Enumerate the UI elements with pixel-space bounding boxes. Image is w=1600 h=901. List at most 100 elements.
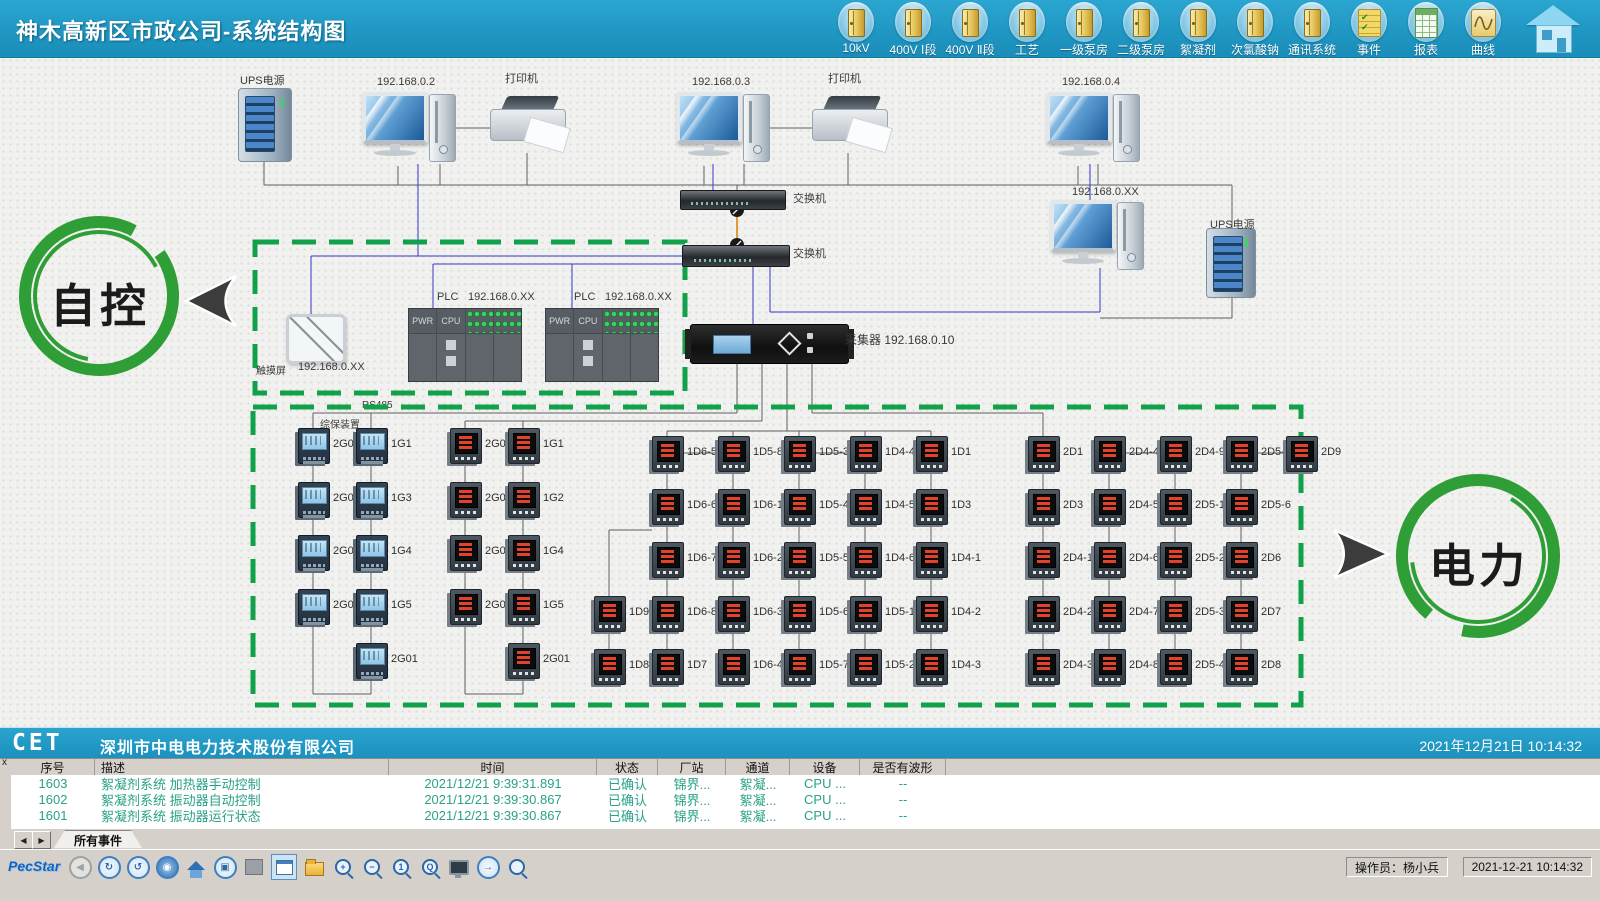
meter-1D5-5[interactable]: 1D5-5 <box>784 542 816 578</box>
copy-icon[interactable]: ▣ <box>213 855 237 879</box>
monitor-icon[interactable] <box>447 855 471 879</box>
zoom-out-icon[interactable]: − <box>360 855 384 879</box>
meter-2G04[interactable]: 2G04 <box>298 535 330 571</box>
meter-2D5-4[interactable]: 2D5-4 <box>1160 649 1192 685</box>
meter-1D8[interactable]: 1D8 <box>594 649 626 685</box>
plc-2[interactable]: PWR CPU <box>545 308 659 382</box>
meter-1D4-4[interactable]: 1D4-4 <box>850 436 882 472</box>
meter-2D1[interactable]: 2D1 <box>1028 436 1060 472</box>
meter-1D7[interactable]: 1D7 <box>652 649 684 685</box>
meter-2D5-3[interactable]: 2D5-3 <box>1160 596 1192 632</box>
meter-1D6-6[interactable]: 1D6-6 <box>652 489 684 525</box>
meter-1D3[interactable]: 1D3 <box>916 489 948 525</box>
meter-1G2[interactable]: 1G2 <box>508 482 540 518</box>
meter-2G06[interactable]: 2G06 <box>298 428 330 464</box>
meter-1G1[interactable]: 1G1 <box>356 428 388 464</box>
meter-1D6-7[interactable]: 1D6-7 <box>652 542 684 578</box>
meter-2D7[interactable]: 2D7 <box>1226 596 1258 632</box>
meter-2D4-8[interactable]: 2D4-8 <box>1094 649 1126 685</box>
switch-1[interactable] <box>680 190 786 210</box>
plc-1[interactable]: PWR CPU <box>408 308 522 382</box>
meter-2G01[interactable]: 2G01 <box>356 643 388 679</box>
switch-2[interactable] <box>682 245 790 267</box>
meter-1G5[interactable]: 1G5 <box>508 589 540 625</box>
window-icon[interactable] <box>271 854 297 880</box>
nav-item-报表[interactable]: 报表 <box>1401 2 1451 58</box>
meter-2D4-2[interactable]: 2D4-2 <box>1028 596 1060 632</box>
redo-icon[interactable]: ↻ <box>97 855 121 879</box>
meter-1D6-3[interactable]: 1D6-3 <box>718 596 750 632</box>
column-header-序号[interactable]: 序号 <box>11 759 95 775</box>
pecstar-logo[interactable]: PecStar <box>8 858 60 874</box>
column-header-状态[interactable]: 状态 <box>597 759 658 775</box>
meter-2D5-1[interactable]: 2D5-1 <box>1160 489 1192 525</box>
close-icon[interactable]: x <box>2 758 7 768</box>
meter-2D9[interactable]: 2D9 <box>1286 436 1318 472</box>
ups-server-2[interactable] <box>1206 228 1256 298</box>
meter-1D9[interactable]: 1D9 <box>594 596 626 632</box>
meter-1G5[interactable]: 1G5 <box>356 589 388 625</box>
meter-1D1[interactable]: 1D1 <box>916 436 948 472</box>
meter-2D5-6[interactable]: 2D5-6 <box>1226 489 1258 525</box>
meter-1D6-5[interactable]: 1D6-5 <box>652 436 684 472</box>
meter-2D5-5[interactable]: 2D5-5 <box>1226 436 1258 472</box>
event-row-1602[interactable]: 1602絮凝剂系统 振动器自动控制2021/12/21 9:39:30.867已… <box>11 791 1600 807</box>
meter-1D5-8[interactable]: 1D5-8 <box>718 436 750 472</box>
column-header-设备[interactable]: 设备 <box>790 759 860 775</box>
screen-icon[interactable] <box>242 855 266 879</box>
event-row-1603[interactable]: 1603絮凝剂系统 加热器手动控制2021/12/21 9:39:31.891已… <box>11 775 1600 791</box>
meter-2G03[interactable]: 2G03 <box>298 589 330 625</box>
meter-1D5-2[interactable]: 1D5-2 <box>850 649 882 685</box>
nav-item-事件[interactable]: 事件 <box>1344 2 1394 58</box>
workstation-1[interactable] <box>362 90 456 166</box>
home-button[interactable] <box>1526 5 1580 53</box>
zoom-query-icon[interactable]: Q <box>418 855 442 879</box>
meter-2D4-6[interactable]: 2D4-6 <box>1094 542 1126 578</box>
meter-2D4-5[interactable]: 2D4-5 <box>1094 489 1126 525</box>
workstation-2[interactable] <box>676 90 770 166</box>
search-icon[interactable] <box>505 855 529 879</box>
meter-2D4-4[interactable]: 2D4-4 <box>1094 436 1126 472</box>
meter-2D4-3[interactable]: 2D4-3 <box>1028 649 1060 685</box>
meter-1D6-1[interactable]: 1D6-1 <box>718 489 750 525</box>
meter-1D4-5[interactable]: 1D4-5 <box>850 489 882 525</box>
nav-item-400V Ⅰ段[interactable]: 400V Ⅰ段 <box>888 2 938 58</box>
meter-2G05[interactable]: 2G05 <box>298 482 330 518</box>
zoom-actual-icon[interactable]: 1 <box>389 855 413 879</box>
meter-1D5-3[interactable]: 1D5-3 <box>784 436 816 472</box>
export-icon[interactable]: → <box>476 855 500 879</box>
tab-scroll-left-button[interactable]: ◀ <box>14 831 33 849</box>
meter-1D5-7[interactable]: 1D5-7 <box>784 649 816 685</box>
meter-2D5-2[interactable]: 2D5-2 <box>1160 542 1192 578</box>
nav-item-400V Ⅱ段[interactable]: 400V Ⅱ段 <box>945 2 995 58</box>
tab-scroll-right-button[interactable]: ▶ <box>32 831 51 849</box>
meter-1G4[interactable]: 1G4 <box>508 535 540 571</box>
home-icon[interactable] <box>184 855 208 879</box>
printer-2[interactable] <box>812 96 894 154</box>
nav-item-二级泵房[interactable]: 二级泵房 <box>1116 2 1166 58</box>
event-row-1601[interactable]: 1601絮凝剂系统 振动器运行状态2021/12/21 9:39:30.867已… <box>11 807 1600 823</box>
column-header-时间[interactable]: 时间 <box>389 759 597 775</box>
meter-2D6[interactable]: 2D6 <box>1226 542 1258 578</box>
meter-2G04[interactable]: 2G04 <box>450 535 482 571</box>
column-header-描述[interactable]: 描述 <box>95 759 389 775</box>
meter-1D4-3[interactable]: 1D4-3 <box>916 649 948 685</box>
column-header-通道[interactable]: 通道 <box>726 759 790 775</box>
meter-1D4-1[interactable]: 1D4-1 <box>916 542 948 578</box>
data-collector[interactable] <box>690 324 849 364</box>
tab-all-events[interactable]: 所有事件 <box>54 830 142 849</box>
meter-2G01[interactable]: 2G01 <box>508 643 540 679</box>
ups-server-1[interactable] <box>238 88 292 162</box>
meter-1D6-8[interactable]: 1D6-8 <box>652 596 684 632</box>
meter-1D6-2[interactable]: 1D6-2 <box>718 542 750 578</box>
column-header-厂站[interactable]: 厂站 <box>658 759 726 775</box>
meter-2D4-9[interactable]: 2D4-9 <box>1160 436 1192 472</box>
nav-item-曲线[interactable]: 曲线 <box>1458 2 1508 58</box>
meter-1G4[interactable]: 1G4 <box>356 535 388 571</box>
nav-item-工艺[interactable]: 工艺 <box>1002 2 1052 58</box>
nav-item-次氯酸钠[interactable]: 次氯酸钠 <box>1230 2 1280 58</box>
nav-item-通讯系统[interactable]: 通讯系统 <box>1287 2 1337 58</box>
meter-1D6-4[interactable]: 1D6-4 <box>718 649 750 685</box>
folder-icon[interactable] <box>302 855 326 879</box>
meter-1D4-6[interactable]: 1D4-6 <box>850 542 882 578</box>
